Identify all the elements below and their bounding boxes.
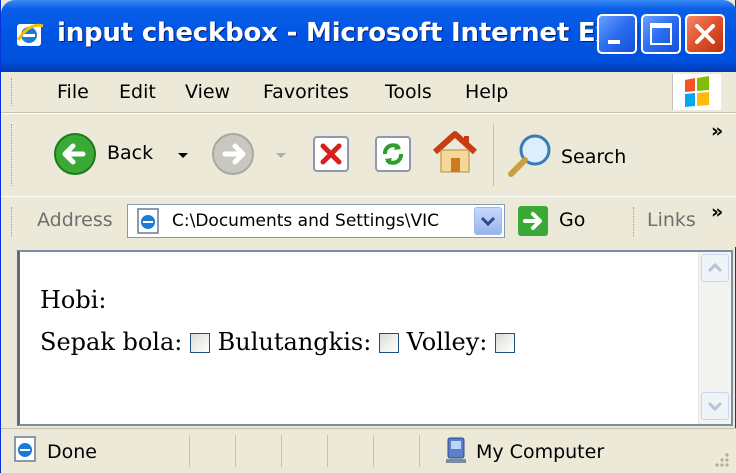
back-arrow-icon — [54, 133, 96, 175]
forward-dropdown-icon[interactable] — [275, 152, 287, 160]
zone-cell: My Computer — [419, 435, 709, 467]
minimize-button[interactable] — [597, 14, 637, 54]
go-button[interactable]: Go — [513, 203, 601, 239]
zone-text: My Computer — [476, 441, 605, 463]
stop-icon[interactable] — [311, 134, 351, 174]
menu-file[interactable]: File — [57, 81, 89, 103]
menu-grip[interactable] — [11, 78, 15, 106]
status-cell — [327, 435, 373, 467]
toolbar-separator — [493, 124, 494, 186]
status-text: Done — [47, 441, 97, 463]
scroll-down-button[interactable] — [701, 392, 729, 420]
go-arrow-icon — [518, 206, 548, 236]
menu-edit[interactable]: Edit — [119, 81, 156, 103]
vertical-scrollbar[interactable] — [698, 252, 731, 424]
checkbox-volley[interactable] — [494, 333, 515, 353]
computer-icon — [446, 437, 466, 463]
forward-button[interactable] — [207, 126, 297, 182]
window-title: input checkbox - Microsoft Internet Expl… — [57, 18, 669, 48]
page-content: Hobi: Sepak bola: Bulutangkis: Volley: — [17, 250, 733, 426]
links-label[interactable]: Links — [647, 209, 696, 231]
page-icon — [137, 208, 159, 234]
menu-favorites[interactable]: Favorites — [263, 81, 349, 103]
standard-toolbar: Back Search » — [1, 113, 736, 197]
toolbar-grip[interactable] — [11, 124, 15, 186]
checkbox-label-sepak-bola: Sepak bola: — [40, 328, 183, 356]
maximize-button[interactable] — [641, 14, 681, 54]
hobby-heading: Hobi: — [40, 286, 107, 314]
search-icon — [508, 134, 551, 177]
back-label: Back — [107, 142, 154, 164]
home-icon[interactable] — [431, 130, 479, 176]
status-cell — [189, 435, 235, 467]
search-button[interactable]: Search — [501, 126, 641, 182]
address-grip[interactable] — [11, 207, 15, 237]
menu-view[interactable]: View — [185, 81, 230, 103]
windows-logo — [672, 74, 721, 110]
minimize-icon — [608, 40, 620, 44]
scroll-up-button[interactable] — [701, 254, 729, 282]
checkbox-label-bulutangkis: Bulutangkis: — [217, 328, 372, 356]
resize-grip-icon[interactable] — [711, 449, 731, 469]
refresh-icon[interactable] — [373, 134, 413, 174]
ie-logo-icon — [16, 23, 44, 46]
maximize-icon — [650, 23, 672, 45]
chevron-up-icon — [707, 262, 723, 273]
title-bar[interactable]: input checkbox - Microsoft Internet Expl… — [1, 0, 736, 72]
close-button[interactable] — [685, 14, 725, 54]
toolbar-chevron[interactable]: » — [711, 120, 723, 142]
chevron-down-icon — [480, 216, 496, 227]
go-label: Go — [559, 209, 586, 231]
checkbox-bulutangkis[interactable] — [378, 333, 399, 353]
checkbox-label-volley: Volley: — [406, 328, 488, 356]
address-dropdown-button[interactable] — [474, 207, 502, 235]
address-bar: Address C:\Documents and Settings\VIC Go… — [1, 196, 736, 247]
close-icon — [695, 24, 715, 44]
windows-flag-icon — [685, 76, 709, 107]
status-cell — [373, 435, 419, 467]
menu-help[interactable]: Help — [465, 81, 508, 103]
menu-bar: File Edit View Favorites Tools Help — [1, 72, 736, 113]
status-bar: Done My Computer — [1, 428, 736, 473]
address-input[interactable]: C:\Documents and Settings\VIC — [127, 204, 505, 238]
browser-window: input checkbox - Microsoft Internet Expl… — [0, 0, 736, 473]
back-button[interactable]: Back — [41, 126, 201, 182]
search-label: Search — [561, 146, 627, 168]
checkbox-sepak-bola[interactable] — [190, 333, 211, 353]
page-done-icon — [14, 436, 36, 462]
chevron-down-icon — [707, 401, 723, 412]
links-grip[interactable] — [633, 207, 637, 237]
status-cell — [281, 435, 327, 467]
back-dropdown-icon[interactable] — [177, 152, 189, 160]
menu-tools[interactable]: Tools — [385, 81, 432, 103]
address-label: Address — [37, 209, 113, 231]
links-chevron[interactable]: » — [711, 201, 723, 223]
status-cell — [235, 435, 281, 467]
address-value[interactable]: C:\Documents and Settings\VIC — [172, 211, 464, 231]
forward-arrow-icon — [212, 133, 254, 175]
checkbox-row: Sepak bola: Bulutangkis: Volley: — [40, 328, 515, 356]
